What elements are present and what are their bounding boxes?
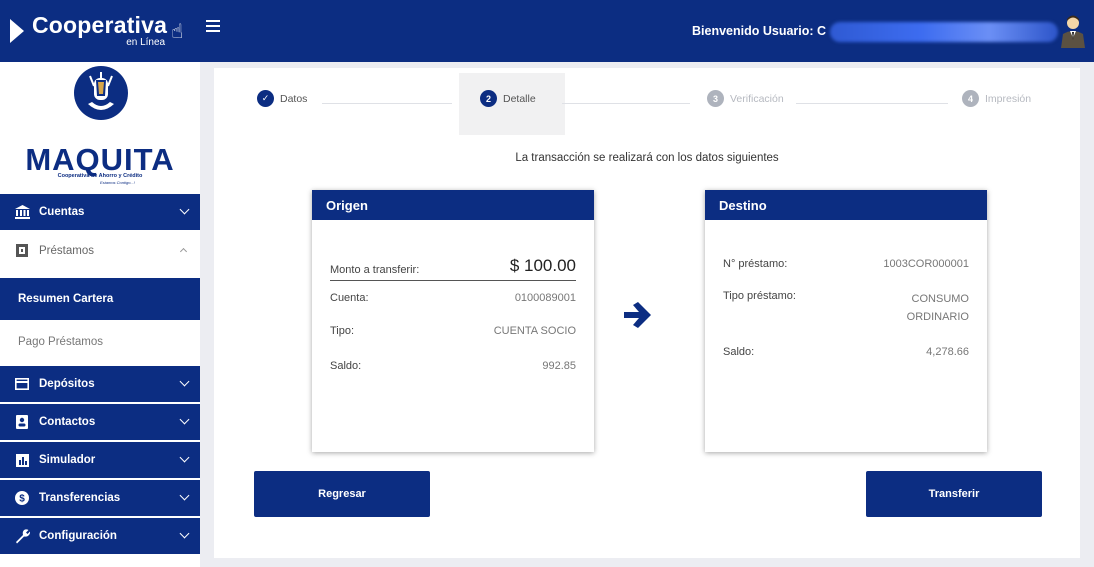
saldo-destino-row: Saldo: 4,278.66 <box>723 346 969 358</box>
saldo-value: 4,278.66 <box>926 346 969 358</box>
sidebar-item-label: Configuración <box>39 530 117 542</box>
brand-logo[interactable]: Cooperativa en Línea ☝ <box>10 8 183 54</box>
tipo-prestamo-label: Tipo préstamo: <box>723 290 796 302</box>
step-label: Verificación <box>730 92 784 105</box>
svg-text:$: $ <box>19 494 25 505</box>
monto-label: Monto a transferir: <box>330 264 420 276</box>
tipo-prestamo-value-line1: CONSUMO <box>911 293 969 305</box>
origen-card: Origen Monto a transferir: $ 100.00 Cuen… <box>312 190 594 452</box>
saldo-label: Saldo: <box>330 360 362 372</box>
logo-subtitle: Cooperativa de Ahorro y Crédito <box>57 173 143 179</box>
sidebar-item-label: Simulador <box>39 454 96 466</box>
chevron-down-icon <box>179 490 190 501</box>
destino-card: Destino N° préstamo: 1003COR000001 Tipo … <box>705 190 987 452</box>
deposit-icon <box>13 376 31 392</box>
sidebar-item-label: Transferencias <box>39 492 121 504</box>
step-detalle[interactable]: 2 Detalle <box>480 90 536 107</box>
step-connector <box>562 103 690 104</box>
brand-arrow-icon <box>10 19 24 43</box>
step-datos[interactable]: ✓ Datos <box>257 90 307 107</box>
step-label: Impresión <box>985 92 1032 105</box>
chevron-down-icon <box>179 414 190 425</box>
sidebar-item-simulador[interactable]: Simulador <box>0 442 200 479</box>
origen-title: Origen <box>312 190 594 220</box>
saldo-value: 992.85 <box>542 360 576 372</box>
step-number: 2 <box>480 90 497 107</box>
divider <box>330 280 576 281</box>
wrench-icon <box>13 528 31 544</box>
prestamo-row: N° préstamo: 1003COR000001 <box>723 258 969 270</box>
welcome-text: Bienvenido Usuario: C <box>692 24 827 38</box>
sidebar-item-label: Préstamos <box>39 244 94 257</box>
step-connector <box>796 103 948 104</box>
tipo-label: Tipo: <box>330 325 355 337</box>
step-number: 3 <box>707 90 724 107</box>
sidebar-item-label: Contactos <box>39 416 96 428</box>
arrow-right-icon <box>624 302 651 328</box>
stepper: ✓ Datos 2 Detalle 3 Verificación 4 Impre… <box>214 68 1080 138</box>
chevron-up-icon <box>179 247 188 256</box>
chevron-down-icon <box>179 452 190 463</box>
tipo-prestamo-value-line2: ORDINARIO <box>906 311 969 323</box>
step-number: 4 <box>962 90 979 107</box>
transferir-button[interactable]: Transferir <box>866 471 1042 517</box>
sidebar-item-depositos[interactable]: Depósitos <box>0 366 200 403</box>
check-icon: ✓ <box>257 90 274 107</box>
logo-tagline: Estamos Contigo...! <box>100 180 135 185</box>
saldo-row: Saldo: 992.85 <box>330 360 576 372</box>
redacted-username <box>830 22 1058 42</box>
prestamo-value: 1003COR000001 <box>883 258 969 270</box>
cuenta-row: Cuenta: 0100089001 <box>330 292 576 304</box>
tipo-value: CUENTA SOCIO <box>493 325 576 337</box>
sidebar-item-label: Depósitos <box>39 378 95 390</box>
destino-title: Destino <box>705 190 987 220</box>
avatar[interactable] <box>1059 14 1087 48</box>
step-label: Detalle <box>503 92 536 105</box>
saldo-label: Saldo: <box>723 346 755 358</box>
brand-name: Cooperativa <box>32 12 168 38</box>
step-impresion[interactable]: 4 Impresión <box>962 90 1031 107</box>
loan-icon <box>13 243 31 259</box>
cuenta-label: Cuenta: <box>330 292 369 304</box>
brand-subtitle: en Línea <box>126 37 166 48</box>
chevron-down-icon <box>179 204 190 215</box>
logo-emblem-icon <box>74 66 128 120</box>
tipo-prestamo-value: CONSUMO ORDINARIO <box>907 290 969 326</box>
hamburger-menu-icon[interactable] <box>206 20 220 32</box>
regresar-button[interactable]: Regresar <box>254 471 430 517</box>
chevron-down-icon <box>179 376 190 387</box>
sidebar-item-configuracion[interactable]: Configuración <box>0 518 200 555</box>
sidebar-item-label: Resumen Cartera <box>18 293 114 305</box>
prestamo-label: N° préstamo: <box>723 258 788 270</box>
monto-value: $ 100.00 <box>509 256 576 275</box>
step-verificacion[interactable]: 3 Verificación <box>707 90 784 107</box>
bank-icon <box>13 204 31 220</box>
sidebar-item-prestamos[interactable]: Préstamos <box>0 232 200 269</box>
maquita-logo: MAQUITA Cooperativa de Ahorro y Crédito … <box>0 62 200 194</box>
hand-pointer-icon: ☝ <box>171 20 184 43</box>
sidebar-subitem-resumen-cartera[interactable]: Resumen Cartera <box>0 278 200 320</box>
step-connector <box>322 103 452 104</box>
chevron-down-icon <box>179 528 190 539</box>
contacts-icon <box>13 414 31 430</box>
sidebar-item-cuentas[interactable]: Cuentas <box>0 194 200 231</box>
sidebar-subitem-pago-prestamos[interactable]: Pago Préstamos <box>0 321 200 363</box>
tipo-prestamo-row: Tipo préstamo: CONSUMO ORDINARIO <box>723 290 969 326</box>
simulator-icon <box>13 452 31 468</box>
top-bar: Cooperativa en Línea ☝ Bienvenido Usuari… <box>0 0 1094 62</box>
transaction-info-text: La transacción se realizará con los dato… <box>515 152 779 164</box>
sidebar: MAQUITA Cooperativa de Ahorro y Crédito … <box>0 62 200 567</box>
monto-row: Monto a transferir: $ 100.00 <box>330 256 576 276</box>
sidebar-item-contactos[interactable]: Contactos <box>0 404 200 441</box>
sidebar-item-transferencias[interactable]: $ Transferencias <box>0 480 200 517</box>
sidebar-item-label: Cuentas <box>39 206 85 218</box>
main-panel: ✓ Datos 2 Detalle 3 Verificación 4 Impre… <box>214 68 1080 558</box>
transfer-icon: $ <box>13 490 31 506</box>
sidebar-item-label: Pago Préstamos <box>18 336 104 348</box>
step-label: Datos <box>280 92 308 105</box>
cuenta-value: 0100089001 <box>514 292 576 304</box>
tipo-row: Tipo: CUENTA SOCIO <box>330 325 576 337</box>
